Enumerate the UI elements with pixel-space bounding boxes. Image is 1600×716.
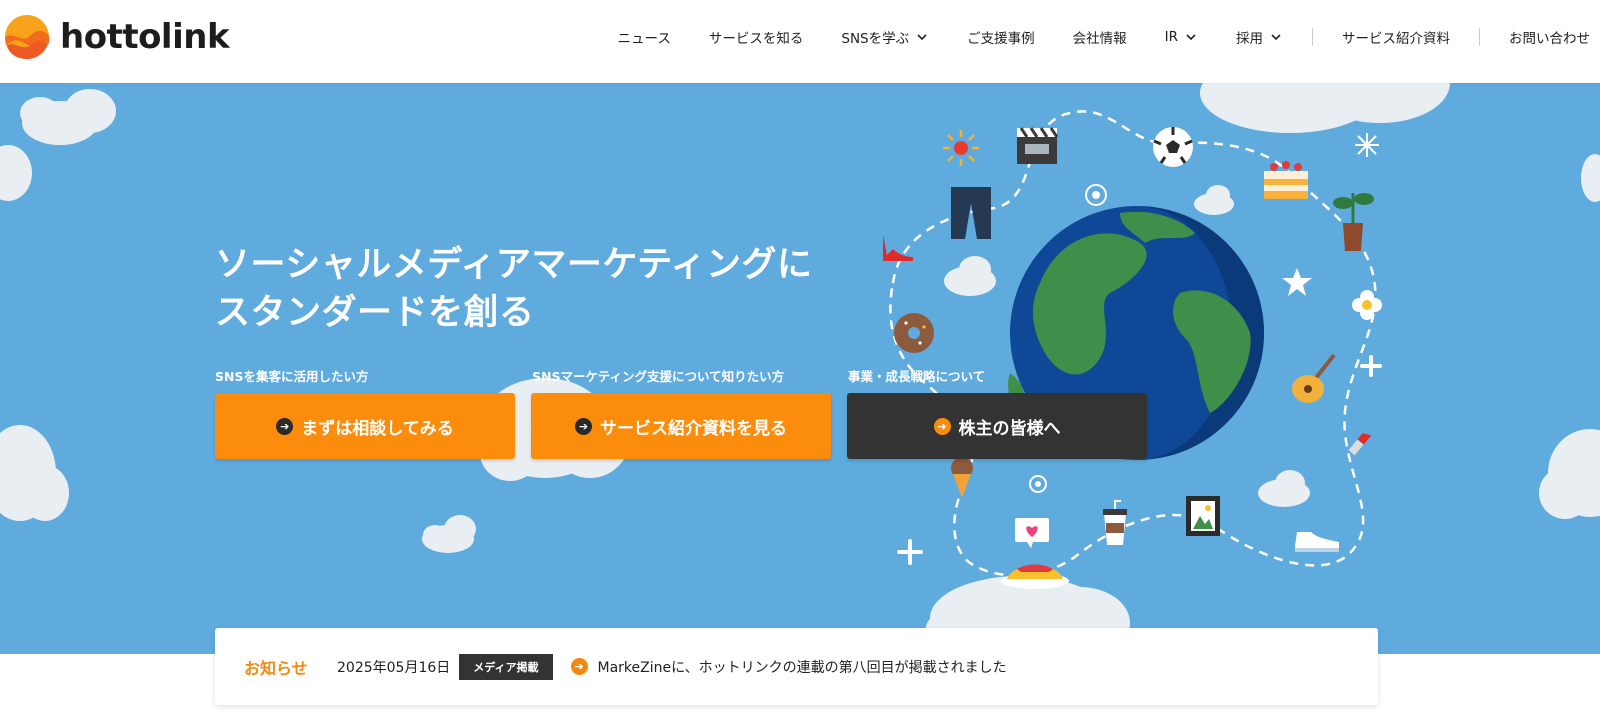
cloud-icon [1194, 185, 1234, 215]
button-label: サービス紹介資料を見る [600, 418, 787, 439]
hero-title: ソーシャルメディアマーケティングに スタンダードを創る [215, 241, 813, 337]
cta-caption: SNSを集客に活用したい方 [215, 369, 369, 384]
nav-company[interactable]: 会社情報 [1054, 27, 1146, 47]
nav-service-docs[interactable]: サービス紹介資料 [1323, 27, 1469, 47]
nav-recruit[interactable]: 採用 [1217, 27, 1302, 47]
service-docs-button[interactable]: ➔ サービス紹介資料を見る [531, 393, 831, 459]
hero-title-line: スタンダードを創る [215, 293, 535, 333]
nav-label: 会社情報 [1072, 31, 1127, 47]
nav-label: お問い合わせ [1509, 31, 1590, 47]
chevron-down-icon [1271, 34, 1281, 41]
hero-title-line: ソーシャルメディアマーケティングに [215, 245, 813, 285]
chevron-down-icon [917, 34, 927, 41]
nav-divider [1479, 28, 1480, 46]
shareholders-button[interactable]: ➔ 株主の皆様へ [847, 393, 1147, 459]
arrow-right-icon: ➔ [933, 417, 951, 435]
main-nav: ニュース サービスを知る SNSを学ぶ ご支援事例 会社情報 IR 採用 サービ… [599, 0, 1600, 74]
button-label: 株主の皆様へ [958, 418, 1061, 439]
cloud-icon [0, 145, 32, 201]
hottolink-logo-icon [4, 14, 50, 60]
logo-text: hottolink [60, 17, 230, 57]
lipstick-icon [1348, 433, 1372, 456]
news-headline-link[interactable]: ➔ MarkeZineに、ホットリンクの連載の第八回目が掲載されました [570, 657, 1007, 677]
cloud-icon [20, 89, 116, 145]
omelette-icon [1001, 564, 1069, 589]
snowflake-icon [1355, 133, 1379, 157]
news-tag-badge: メディア掲載 [459, 653, 553, 680]
chevron-down-icon [1186, 34, 1196, 41]
nav-case-studies[interactable]: ご支援事例 [948, 27, 1054, 47]
cake-icon [1264, 161, 1308, 199]
flower-icon [1352, 290, 1382, 320]
arrow-right-icon: ➔ [570, 658, 588, 675]
news-bar: お知らせ 2025年05月16日 メディア掲載 ➔ MarkeZineに、ホット… [215, 628, 1378, 705]
sun-icon [943, 130, 979, 166]
cloud-icon [1258, 470, 1310, 507]
nav-ir[interactable]: IR [1146, 29, 1217, 45]
nav-services[interactable]: サービスを知る [690, 27, 823, 47]
target-icon [1085, 184, 1107, 206]
clapperboard-icon [1017, 127, 1059, 164]
news-headline: MarkeZineに、ホットリンクの連載の第八回目が掲載されました [597, 659, 1007, 676]
news-label: お知らせ [244, 658, 308, 678]
cloud-icon [1539, 429, 1600, 519]
picture-frame-icon [1186, 496, 1220, 536]
target-icon [1029, 475, 1047, 493]
nav-label: ご支援事例 [967, 31, 1035, 47]
nav-contact[interactable]: お問い合わせ [1490, 27, 1600, 47]
cta-caption: SNSマーケティング支援について知りたい方 [532, 369, 785, 384]
cloud-icon [944, 256, 996, 296]
cloud-icon [1581, 154, 1600, 202]
consult-button[interactable]: ➔ まずは相談してみる [215, 393, 515, 459]
sparkle-icon [1360, 355, 1382, 377]
coffee-cup-icon [1103, 500, 1127, 545]
guitar-icon [1292, 353, 1336, 403]
cloud-icon [1200, 83, 1450, 133]
soccer-ball-icon [1153, 127, 1193, 167]
star-icon [1282, 268, 1312, 296]
nav-label: IR [1164, 29, 1178, 45]
nav-label: 採用 [1236, 31, 1263, 47]
hero: ソーシャルメディアマーケティングに スタンダードを創る SNSを集客に活用したい… [0, 83, 1600, 654]
button-label: まずは相談してみる [301, 418, 454, 439]
cloud-icon [422, 515, 476, 553]
nav-label: サービスを知る [708, 31, 804, 47]
sneaker-icon [1295, 532, 1339, 552]
arrow-right-icon: ➔ [276, 417, 294, 435]
cta-caption: 事業・成長戦略について [848, 369, 986, 384]
sparkle-icon [897, 539, 923, 565]
nav-learn-sns[interactable]: SNSを学ぶ [822, 27, 948, 47]
nav-news[interactable]: ニュース [599, 27, 690, 47]
arrow-right-icon: ➔ [575, 417, 592, 435]
nav-label: ニュース [617, 31, 671, 47]
site-header: hottolink ニュース サービスを知る SNSを学ぶ ご支援事例 会社情報… [0, 0, 1600, 83]
plant-icon [1333, 193, 1374, 251]
logo[interactable]: hottolink [4, 14, 230, 60]
news-date: 2025年05月16日 [337, 659, 451, 676]
nav-label: SNSを学ぶ [841, 31, 910, 47]
donut-icon [894, 313, 934, 353]
nav-label: サービス紹介資料 [1342, 31, 1450, 47]
cloud-icon [0, 425, 69, 521]
heart-speech-icon [1015, 518, 1049, 548]
ice-cream-icon [951, 457, 973, 498]
nav-divider [1312, 28, 1313, 46]
